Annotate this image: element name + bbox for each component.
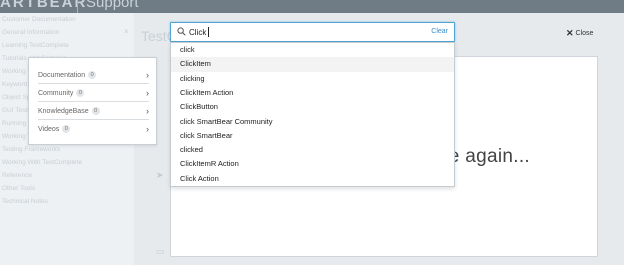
brand-logo[interactable]: ARTBEAR (0, 0, 87, 11)
category-label: KnowledgeBase 0 (38, 107, 100, 115)
suggestion-item[interactable]: ClickItemR Action (171, 157, 454, 171)
sidebar-item: Reference (2, 172, 32, 179)
send-icon: ➤ (156, 170, 164, 180)
suggestion-item[interactable]: click SmartBear Community (171, 115, 454, 129)
search-bar: Clear (170, 22, 455, 42)
sidebar-item: Other Tools (2, 185, 36, 192)
monitor-icon: ▭ (156, 246, 165, 256)
sidebar-item: General Information (2, 29, 60, 36)
category-label: Community 0 (38, 89, 85, 97)
text-caret (208, 27, 209, 37)
sidebar-item: Testing Frameworks (2, 146, 61, 153)
category-knowledgebase[interactable]: KnowledgeBase 0 › (38, 102, 149, 120)
sidebar-item: Technical Notes (2, 198, 48, 205)
category-count-badge: 0 (76, 89, 85, 97)
brand-divider (77, 0, 78, 13)
category-count-badge: 0 (62, 125, 71, 133)
brand-subtitle: Support (86, 0, 139, 11)
close-icon: ✕ (566, 28, 574, 38)
chevron-right-icon: › (146, 70, 149, 80)
clear-button[interactable]: Clear (431, 28, 448, 35)
category-count-badge: 0 (91, 107, 100, 115)
search-input[interactable] (189, 25, 419, 39)
search-icon (177, 27, 186, 36)
close-label: Close (575, 30, 594, 37)
suggestion-item[interactable]: ClickButton (171, 100, 454, 114)
chevron-right-icon: › (146, 124, 149, 134)
category-documentation[interactable]: Documentation 0 › (38, 66, 149, 84)
suggestion-item[interactable]: click (171, 43, 454, 57)
category-filter-panel: Documentation 0 › Community 0 › KnowledgeB… (28, 57, 157, 145)
suggestion-item[interactable]: ClickItem (171, 57, 454, 72)
suggestion-item[interactable]: clicked (171, 143, 454, 157)
top-bar: ARTBEAR Support (0, 0, 624, 13)
close-button[interactable]: ✕ Close (566, 28, 593, 39)
category-videos[interactable]: Videos 0 › (38, 120, 149, 138)
suggestion-item[interactable]: Click Action (171, 172, 454, 186)
suggestion-item[interactable]: clicking (171, 72, 454, 86)
sidebar-item: GUI Tests (2, 107, 31, 114)
suggestion-item[interactable]: ClickItem Action (171, 86, 454, 100)
suggestion-list: click ClickItem clicking ClickItem Actio… (170, 42, 455, 187)
sidebar-item: Learning TestComplete (2, 42, 69, 49)
category-count-badge: 0 (88, 71, 97, 79)
sidebar-item: Customer Documentation (2, 16, 76, 23)
sidebar-close-icon: × (124, 27, 129, 36)
category-label: Documentation 0 (38, 71, 97, 79)
chevron-right-icon: › (146, 88, 149, 98)
category-label: Videos 0 (38, 125, 71, 133)
suggestion-item[interactable]: click SmartBear (171, 129, 454, 143)
chevron-right-icon: › (146, 106, 149, 116)
sidebar-item: Working With TestComplete (2, 159, 82, 166)
category-community[interactable]: Community 0 › (38, 84, 149, 102)
